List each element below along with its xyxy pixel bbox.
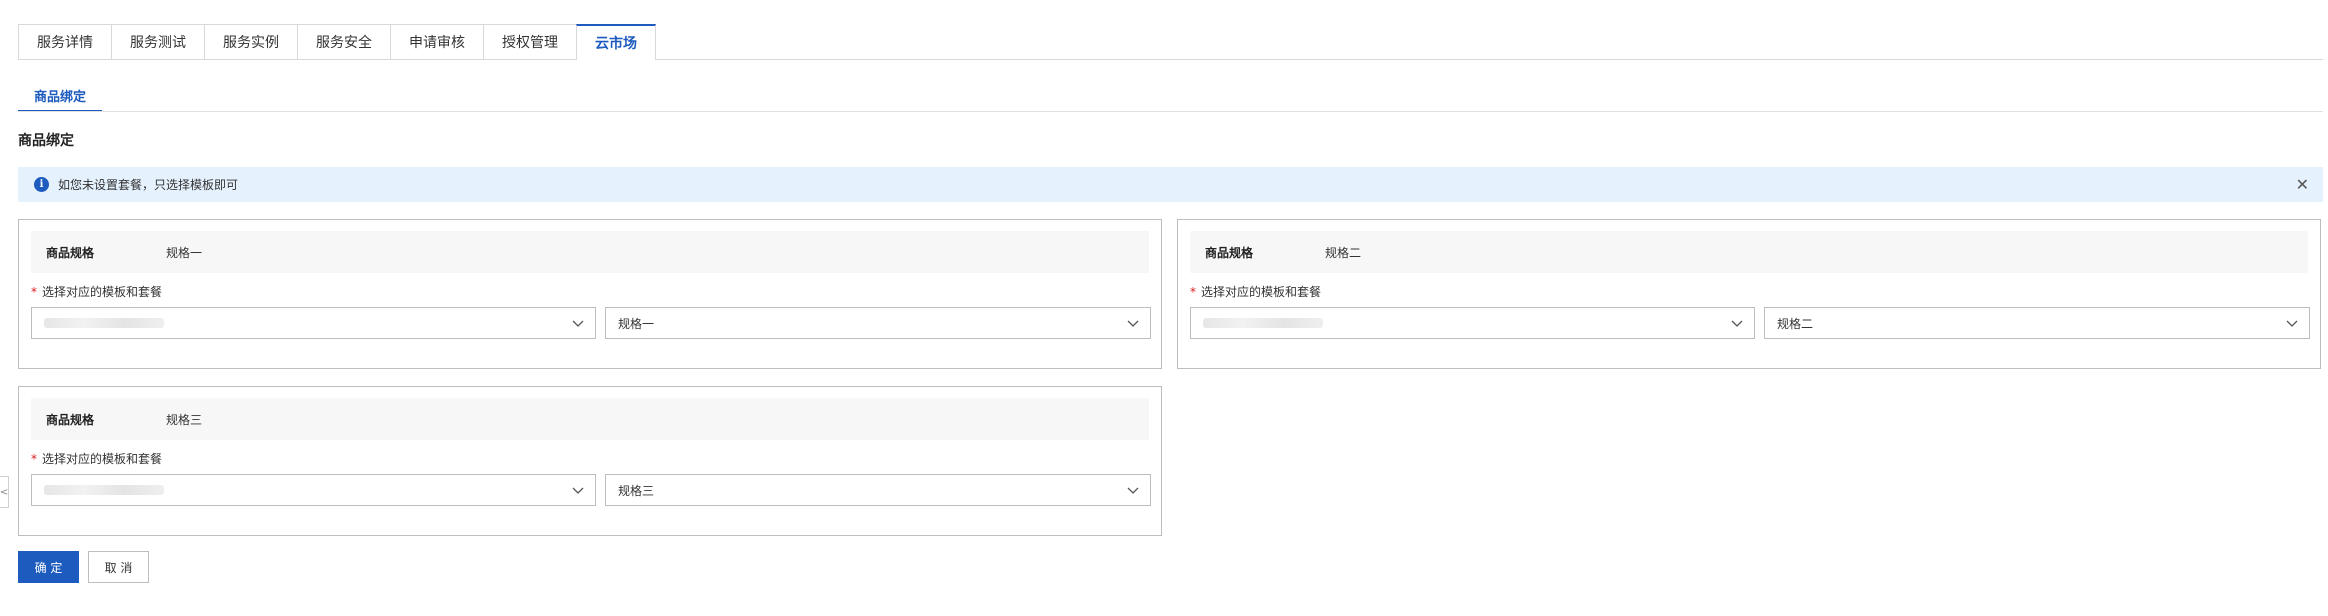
chevron-down-icon	[2286, 320, 2298, 327]
spec-card-3: 商品规格 规格三 * 选择对应的模板和套餐 规格三	[18, 386, 1162, 536]
template-value-redacted	[1203, 318, 1323, 328]
tab-application-review[interactable]: 申请审核	[390, 24, 484, 59]
spec-value: 规格二	[1325, 245, 1362, 260]
spec-value: 规格一	[166, 245, 203, 260]
package-select[interactable]: 规格三	[605, 474, 1151, 506]
field-label-text: 选择对应的模板和套餐	[1201, 285, 1322, 299]
chevron-down-icon	[1127, 320, 1139, 327]
spec-label: 商品规格	[46, 412, 95, 427]
template-select[interactable]	[31, 474, 596, 506]
tab-service-instance[interactable]: 服务实例	[204, 24, 298, 59]
template-package-label: * 选择对应的模板和套餐	[31, 450, 162, 467]
tab-service-security[interactable]: 服务安全	[297, 24, 391, 59]
spec-value: 规格三	[166, 412, 203, 427]
main-tabs: 服务详情 服务测试 服务实例 服务安全 申请审核 授权管理 云市场	[18, 24, 656, 60]
info-alert: i 如您未设置套餐，只选择模板即可 ✕	[18, 167, 2323, 202]
package-value: 规格二	[1777, 316, 1814, 331]
package-select[interactable]: 规格一	[605, 307, 1151, 339]
tab-cloud-market[interactable]: 云市场	[576, 24, 656, 60]
cancel-button[interactable]: 取 消	[88, 551, 149, 583]
tabs-divider	[18, 59, 2323, 60]
chevron-down-icon	[572, 320, 584, 327]
subtab-product-binding[interactable]: 商品绑定	[18, 80, 103, 112]
info-icon: i	[34, 177, 49, 192]
spec-header: 商品规格 规格一	[31, 231, 1149, 273]
alert-text: 如您未设置套餐，只选择模板即可	[58, 178, 239, 192]
section-title: 商品绑定	[18, 133, 74, 149]
confirm-button[interactable]: 确 定	[18, 551, 79, 583]
spec-header: 商品规格 规格三	[31, 398, 1149, 440]
template-select[interactable]	[31, 307, 596, 339]
package-value: 规格三	[618, 483, 655, 498]
required-mark: *	[31, 285, 37, 299]
chevron-down-icon	[572, 487, 584, 494]
chevron-down-icon	[1731, 320, 1743, 327]
tab-service-details[interactable]: 服务详情	[18, 24, 112, 59]
chevron-down-icon	[1127, 487, 1139, 494]
package-select[interactable]: 规格二	[1764, 307, 2310, 339]
template-package-label: * 选择对应的模板和套餐	[31, 283, 162, 300]
template-value-redacted	[44, 318, 164, 328]
close-icon[interactable]: ✕	[2296, 175, 2309, 194]
spec-card-1: 商品规格 规格一 * 选择对应的模板和套餐 规格一	[18, 219, 1162, 369]
sub-tabs: 商品绑定	[18, 80, 103, 112]
tab-service-test[interactable]: 服务测试	[111, 24, 205, 59]
sidebar-toggle[interactable]: <	[0, 476, 9, 508]
subtabs-divider	[18, 111, 2323, 112]
spec-card-2: 商品规格 规格二 * 选择对应的模板和套餐 规格二	[1177, 219, 2321, 369]
field-label-text: 选择对应的模板和套餐	[42, 285, 163, 299]
chevron-left-icon: <	[0, 486, 9, 498]
template-package-label: * 选择对应的模板和套餐	[1190, 283, 1321, 300]
spec-header: 商品规格 规格二	[1190, 231, 2308, 273]
required-mark: *	[1190, 285, 1196, 299]
spec-label: 商品规格	[46, 245, 95, 260]
template-value-redacted	[44, 485, 164, 495]
required-mark: *	[31, 452, 37, 466]
template-select[interactable]	[1190, 307, 1755, 339]
tab-authorization-management[interactable]: 授权管理	[483, 24, 577, 59]
field-label-text: 选择对应的模板和套餐	[42, 452, 163, 466]
spec-label: 商品规格	[1205, 245, 1254, 260]
package-value: 规格一	[618, 316, 655, 331]
